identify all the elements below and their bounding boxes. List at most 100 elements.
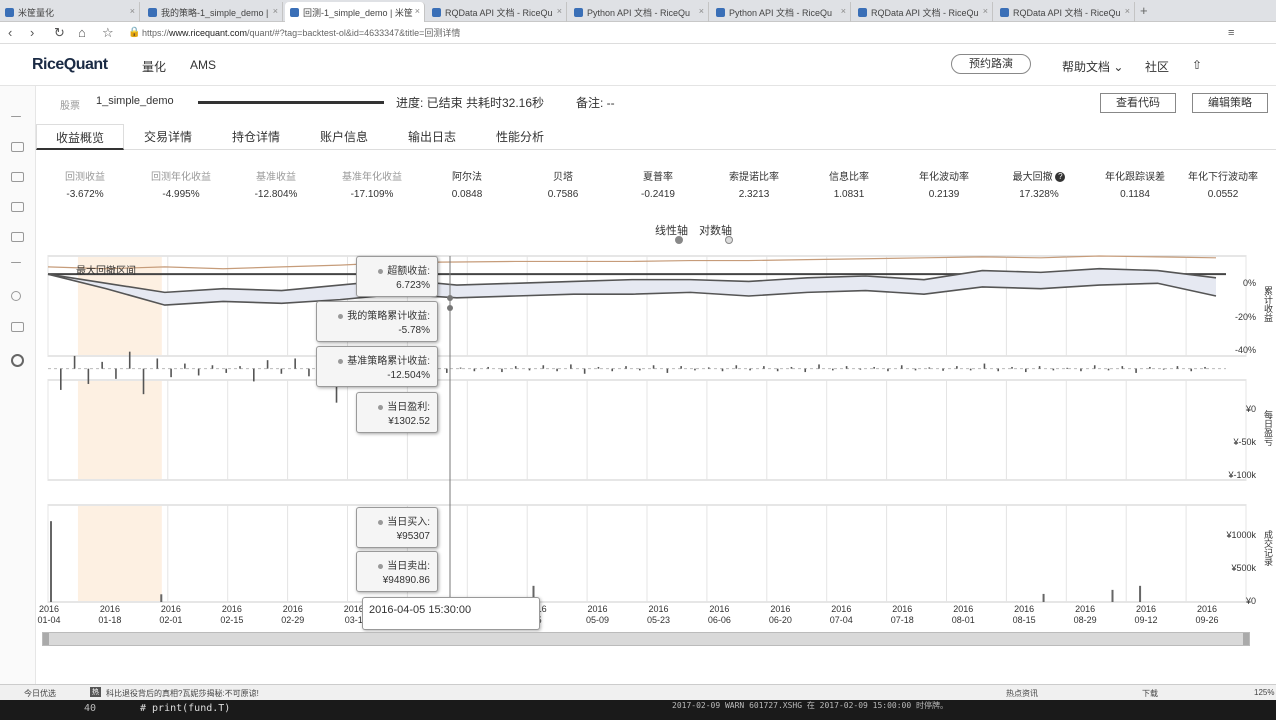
pnl-bar [969, 368, 972, 371]
pnl-bar [1149, 366, 1151, 369]
crosshair-point [447, 305, 453, 311]
pnl-bar [625, 366, 627, 369]
pnl-bar [735, 365, 738, 369]
pnl-bar [997, 368, 1000, 372]
pnl-bar [128, 351, 131, 369]
pnl-bar [694, 368, 696, 371]
pnl-bar [197, 368, 200, 376]
pnl-bar [942, 368, 944, 371]
x-tick-year: 2016 [587, 604, 608, 614]
pnl-bar [487, 366, 489, 369]
trade-bar [1111, 589, 1114, 602]
x-tick-label: 2016 08-15 [1009, 604, 1039, 626]
x-tick-date: 05-09 [586, 615, 610, 625]
cumulative-returns-chart [47, 255, 1226, 306]
pnl-bar [211, 365, 214, 369]
pnl-bar [1066, 367, 1068, 369]
pnl-bar [1093, 365, 1096, 369]
pnl-bar [1025, 368, 1027, 373]
pnl-bar [914, 368, 917, 371]
tooltip-daily-buy: 当日买入: ¥95307 [356, 507, 438, 548]
x-tick-year: 2016 [953, 604, 974, 614]
status-left[interactable]: 今日优选 [24, 688, 56, 699]
x-tick-label: 2016 07-18 [887, 604, 917, 626]
tooltip-strategy-return: 我的策略累计收益: -5.78% [316, 301, 438, 342]
pnl-bar [818, 364, 820, 369]
x-tick-label: 2016 08-01 [948, 604, 978, 626]
log-line: 2017-02-09 WARN 601727.XSHG 在 2017-02-09… [672, 701, 949, 710]
code-line: # print(fund.T) [140, 703, 231, 714]
x-tick-label: 2016 02-01 [156, 604, 186, 626]
ytick-label: ¥0 [1245, 404, 1256, 414]
pnl-bar [707, 367, 710, 369]
drawdown-shade [77, 381, 162, 479]
pnl-bar [556, 368, 558, 372]
tooltip-daily-pnl: 当日盈利: ¥1302.52 [356, 392, 438, 433]
pnl-bar [73, 355, 76, 369]
range-handle-left[interactable] [43, 633, 49, 645]
x-tick-date: 09-26 [1195, 615, 1219, 625]
pnl-bar [101, 361, 103, 369]
pnl-bar [239, 366, 241, 369]
pnl-bar [170, 368, 172, 378]
y-axis-label: 每日盈亏 [1263, 410, 1273, 446]
status-ad[interactable]: 科比退役背后的真相?瓦妮莎揭秘:不可原谅! [106, 688, 259, 699]
x-tick-year: 2016 [709, 604, 730, 614]
ytick-label: -40% [1234, 345, 1256, 355]
pnl-bar [928, 367, 931, 369]
x-tick-date: 05-23 [646, 615, 670, 625]
ytick-label: ¥1000k [1226, 530, 1256, 540]
x-tick-label: 2016 07-04 [826, 604, 856, 626]
tooltip-excess-return: 超额收益: 6.723% [356, 256, 438, 297]
pnl-bar [804, 368, 807, 373]
ytick-label: ¥500k [1231, 563, 1256, 573]
y-axis-label: 成交记录 [1263, 530, 1273, 566]
pnl-bar [639, 368, 641, 371]
x-tick-date: 02-29 [281, 615, 305, 625]
pnl-bar [1190, 368, 1193, 372]
pnl-bar [60, 368, 62, 390]
tooltip-daily-sell: 当日卖出: ¥94890.86 [356, 551, 438, 592]
x-tick-label: 2016 06-06 [704, 604, 734, 626]
x-tick-label: 2016 01-04 [34, 604, 64, 626]
zoom-level[interactable]: 125% [1254, 688, 1274, 697]
bullet-icon [338, 313, 344, 319]
ytick-label: ¥-100k [1228, 470, 1256, 480]
pnl-bar [776, 368, 779, 372]
ytick-label: ¥0 [1245, 596, 1256, 606]
x-tick-year: 2016 [1136, 604, 1157, 614]
pnl-bar [1162, 368, 1165, 370]
pnl-bar [473, 368, 476, 372]
x-tick-label: 2016 08-29 [1070, 604, 1100, 626]
browser-status-bar: 今日优选 热 科比退役背后的真相?瓦妮莎揭秘:不可原谅! 热点资讯 下载 125… [0, 684, 1276, 700]
chart-range-slider[interactable] [42, 632, 1250, 646]
pnl-bar [156, 358, 159, 369]
x-tick-year: 2016 [1014, 604, 1035, 614]
pnl-bar [570, 364, 572, 369]
x-tick-date: 07-04 [829, 615, 853, 625]
x-tick-label: 2016 05-23 [643, 604, 673, 626]
line-number: 40 [84, 703, 97, 714]
status-item[interactable]: 下载 [1142, 688, 1158, 699]
pnl-bar [832, 368, 834, 371]
pnl-bar [583, 368, 586, 374]
trade-volume-chart [50, 521, 1142, 602]
status-item[interactable]: 热点资讯 [1006, 688, 1038, 699]
terminal-strip: 40 # print(fund.T) 2017-02-09 WARN 60172… [0, 700, 1276, 720]
x-tick-date: 01-18 [98, 615, 122, 625]
range-handle-right[interactable] [1243, 633, 1249, 645]
pnl-bar [225, 368, 228, 373]
pnl-bar [652, 365, 655, 369]
tooltip-benchmark-return: 基准策略累计收益: -12.504% [316, 346, 438, 387]
daily-pnl-chart [48, 351, 1226, 403]
max-drawdown-region [77, 257, 162, 601]
pnl-bar [873, 366, 875, 369]
pnl-bar [1204, 366, 1206, 369]
chart-grid [47, 255, 1247, 603]
x-tick-year: 2016 [1196, 604, 1218, 614]
pnl-bar [1121, 366, 1124, 369]
pnl-bar [859, 368, 862, 370]
x-tick-label: 2016 01-18 [95, 604, 125, 626]
pnl-bar [294, 358, 296, 369]
bullet-icon [338, 358, 344, 364]
